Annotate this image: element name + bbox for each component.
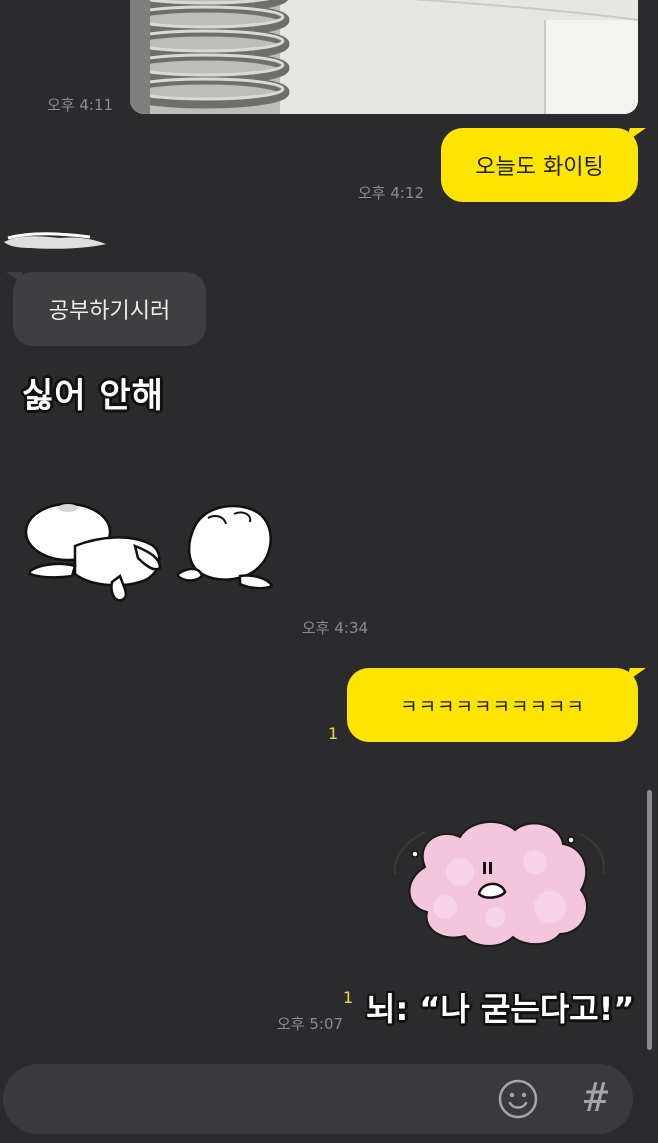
- sticker-image: [20, 496, 280, 606]
- message-input[interactable]: [3, 1064, 633, 1134]
- unread-count: 1: [343, 988, 354, 1007]
- emoji-icon[interactable]: [498, 1079, 538, 1119]
- sticker-message[interactable]: 뇌: “나 굳는다고!”: [366, 984, 634, 1030]
- sticker-caption: 뇌: “나 굳는다고!”: [366, 990, 635, 1028]
- photo-message[interactable]: [130, 0, 638, 114]
- message-time: 오후 5:07: [277, 1015, 344, 1033]
- message-text: 공부하기시러: [48, 299, 171, 324]
- sender-name-redacted: [0, 228, 110, 254]
- my-message-bubble[interactable]: ㅋㅋㅋㅋㅋㅋㅋㅋㅋㅋ: [347, 668, 638, 742]
- message-time: 오후 4:11: [47, 96, 114, 114]
- sticker-message[interactable]: 싫어 안해: [22, 368, 164, 417]
- sticker-image: [385, 812, 615, 952]
- scrollbar[interactable]: [647, 790, 652, 1050]
- message-time: 오후 4:12: [358, 184, 425, 202]
- unread-count: 1: [328, 724, 339, 743]
- photo-image: [130, 0, 638, 114]
- message-time: 오후 4:34: [302, 619, 369, 637]
- message-text: ㅋㅋㅋㅋㅋㅋㅋㅋㅋㅋ: [400, 695, 585, 718]
- hash-icon[interactable]: #: [575, 1072, 617, 1124]
- other-message-bubble[interactable]: 공부하기시러: [13, 272, 206, 346]
- message-text: 오늘도 화이팅: [475, 155, 604, 180]
- sticker-caption: 싫어 안해: [22, 376, 164, 416]
- my-message-bubble[interactable]: 오늘도 화이팅: [441, 128, 638, 202]
